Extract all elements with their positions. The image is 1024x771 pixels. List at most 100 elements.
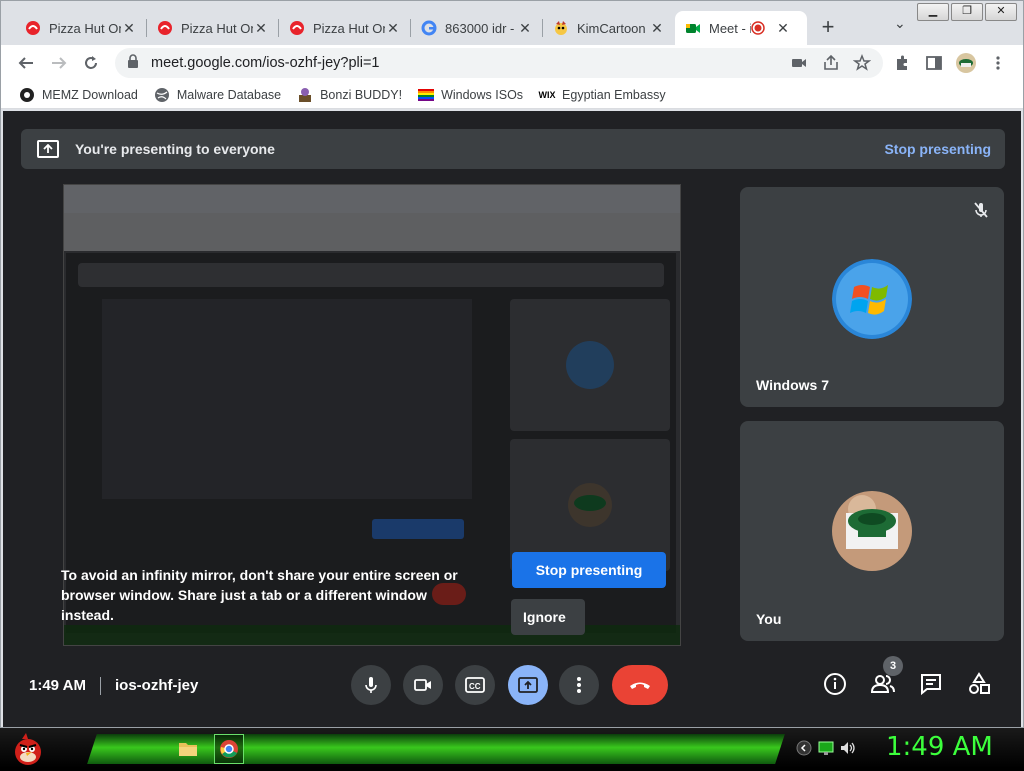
- file-explorer-icon[interactable]: [176, 736, 200, 760]
- activities-icon: [969, 672, 990, 694]
- os-taskbar: 1:49 AM: [0, 728, 1024, 768]
- stop-presenting-button[interactable]: Stop presenting: [512, 552, 666, 588]
- kimcartoon-icon: [553, 20, 569, 36]
- hang-up-icon: [630, 682, 650, 689]
- svg-text:CC: CC: [469, 682, 481, 691]
- google-icon: [421, 20, 437, 36]
- close-window-button[interactable]: ✕: [985, 3, 1017, 21]
- tab-search-button[interactable]: ⌄: [894, 15, 906, 32]
- close-icon[interactable]: ✕: [385, 20, 401, 37]
- browser-window: Pizza Hut Online ✕ Pizza Hut Online ✕ Pi…: [0, 0, 1024, 728]
- lock-icon[interactable]: [127, 53, 141, 73]
- present-screen-icon: [518, 677, 538, 693]
- pizza-hut-icon: [289, 20, 305, 36]
- share-icon[interactable]: [819, 51, 843, 75]
- taskbar-clock[interactable]: 1:49 AM: [886, 732, 993, 762]
- tab-title: Meet - ios-ozhf-jey: [709, 20, 751, 36]
- camera-icon: [414, 679, 431, 691]
- camera-indicator-icon[interactable]: [787, 51, 811, 75]
- bookmark-label: Bonzi BUDDY!: [320, 87, 403, 102]
- close-icon[interactable]: ✕: [517, 20, 533, 37]
- meet-controls-bar: 1:49 AM ios-ozhf-jey CC 3: [3, 651, 1021, 727]
- tab-pizza-hut-3[interactable]: Pizza Hut Online ✕: [279, 11, 411, 45]
- muted-mic-icon: [972, 201, 990, 219]
- info-icon: [824, 673, 846, 695]
- start-button-angry-bird-icon[interactable]: [8, 730, 48, 766]
- tab-kimcartoon[interactable]: KimCartoon ✕: [543, 11, 675, 45]
- bookmark-malware-database[interactable]: Malware Database: [154, 87, 281, 103]
- bookmark-label: Egyptian Embassy: [562, 87, 666, 102]
- maximize-button[interactable]: ❐: [951, 3, 983, 21]
- captions-icon: CC: [465, 677, 485, 693]
- participant-tile-windows7[interactable]: Windows 7: [740, 187, 1004, 407]
- chrome-taskbar-icon[interactable]: [214, 734, 244, 764]
- leave-call-button[interactable]: [612, 665, 668, 705]
- tab-title: Pizza Hut Online: [181, 20, 253, 36]
- bookmark-egyptian-embassy[interactable]: WIX Egyptian Embassy: [539, 87, 666, 103]
- bookmark-label: Windows ISOs: [441, 87, 524, 102]
- tab-strip: Pizza Hut Online ✕ Pizza Hut Online ✕ Pi…: [1, 1, 1023, 45]
- browser-toolbar: meet.google.com/ios-ozhf-jey?pli=1: [1, 45, 1023, 81]
- bookmark-bonzi-buddy[interactable]: Bonzi BUDDY!: [297, 87, 402, 103]
- activities-button[interactable]: [964, 669, 994, 699]
- window-controls: ▁ ❐ ✕: [917, 3, 1017, 21]
- mirrored-windows7-avatar: [566, 341, 614, 389]
- bookmark-label: Malware Database: [176, 87, 282, 102]
- wix-icon: WIX: [538, 89, 556, 100]
- recording-icon: [751, 21, 765, 35]
- tab-pizza-hut-1[interactable]: Pizza Hut Online ✕: [15, 11, 147, 45]
- back-button[interactable]: [14, 51, 38, 75]
- ignore-button[interactable]: Ignore: [511, 599, 585, 635]
- minimize-button[interactable]: ▁: [917, 3, 949, 21]
- menu-icon[interactable]: [986, 51, 1010, 75]
- new-tab-button[interactable]: +: [816, 13, 840, 41]
- meeting-code: ios-ozhf-jey: [115, 677, 199, 694]
- bookmarks-bar: MEMZ Download Malware Database Bonzi BUD…: [1, 81, 1023, 109]
- show-hidden-icons-icon[interactable]: [792, 736, 816, 760]
- banner-text: You're presenting to everyone: [75, 141, 275, 157]
- close-icon[interactable]: ✕: [253, 20, 269, 37]
- profile-avatar[interactable]: [954, 51, 978, 75]
- bookmark-windows-isos[interactable]: Windows ISOs: [418, 87, 523, 103]
- windows7-logo: [832, 259, 912, 339]
- close-icon[interactable]: ✕: [121, 20, 137, 37]
- camera-button[interactable]: [403, 665, 443, 705]
- meet-icon: [685, 20, 701, 36]
- participant-tile-you[interactable]: You: [740, 421, 1004, 641]
- infinity-mirror-warning: To avoid an infinity mirror, don't share…: [61, 567, 458, 623]
- bookmark-label: MEMZ Download: [42, 87, 138, 102]
- green-hat-photo: [832, 491, 912, 571]
- microphone-button[interactable]: [351, 665, 391, 705]
- reload-button[interactable]: [79, 51, 103, 75]
- tab-title: Pizza Hut Online: [49, 20, 121, 36]
- meeting-details-button[interactable]: [820, 669, 850, 699]
- extensions-icon[interactable]: [890, 51, 914, 75]
- globe-icon: [154, 87, 170, 103]
- address-bar[interactable]: meet.google.com/ios-ozhf-jey?pli=1: [115, 48, 883, 78]
- side-panel-icon[interactable]: [922, 51, 946, 75]
- pizza-hut-icon: [157, 20, 173, 36]
- bookmark-star-icon[interactable]: [850, 51, 874, 75]
- volume-icon[interactable]: [836, 736, 860, 760]
- captions-button[interactable]: CC: [455, 665, 495, 705]
- tab-pizza-hut-2[interactable]: Pizza Hut Online ✕: [147, 11, 279, 45]
- bookmark-memz[interactable]: MEMZ Download: [19, 87, 138, 103]
- tab-meet[interactable]: Meet - ios-ozhf-jey ✕: [675, 11, 807, 45]
- tab-google-search[interactable]: 863000 idr - Google Search ✕: [411, 11, 543, 45]
- url-text[interactable]: meet.google.com/ios-ozhf-jey?pli=1: [151, 55, 380, 71]
- network-icon[interactable]: [814, 736, 838, 760]
- chat-button[interactable]: [916, 669, 946, 699]
- participant-name: You: [756, 611, 782, 627]
- memz-icon: [19, 87, 35, 103]
- presenting-banner: You're presenting to everyone Stop prese…: [21, 129, 1005, 169]
- more-options-button[interactable]: [559, 665, 599, 705]
- present-screen-button[interactable]: [508, 665, 548, 705]
- forward-button[interactable]: [47, 51, 71, 75]
- pizza-hut-icon: [25, 20, 41, 36]
- banner-stop-presenting-link[interactable]: Stop presenting: [884, 141, 991, 157]
- chat-icon: [921, 674, 941, 696]
- tab-title: Pizza Hut Online: [313, 20, 385, 36]
- more-vert-icon: [577, 677, 581, 693]
- close-icon[interactable]: ✕: [775, 20, 791, 37]
- close-icon[interactable]: ✕: [649, 20, 665, 37]
